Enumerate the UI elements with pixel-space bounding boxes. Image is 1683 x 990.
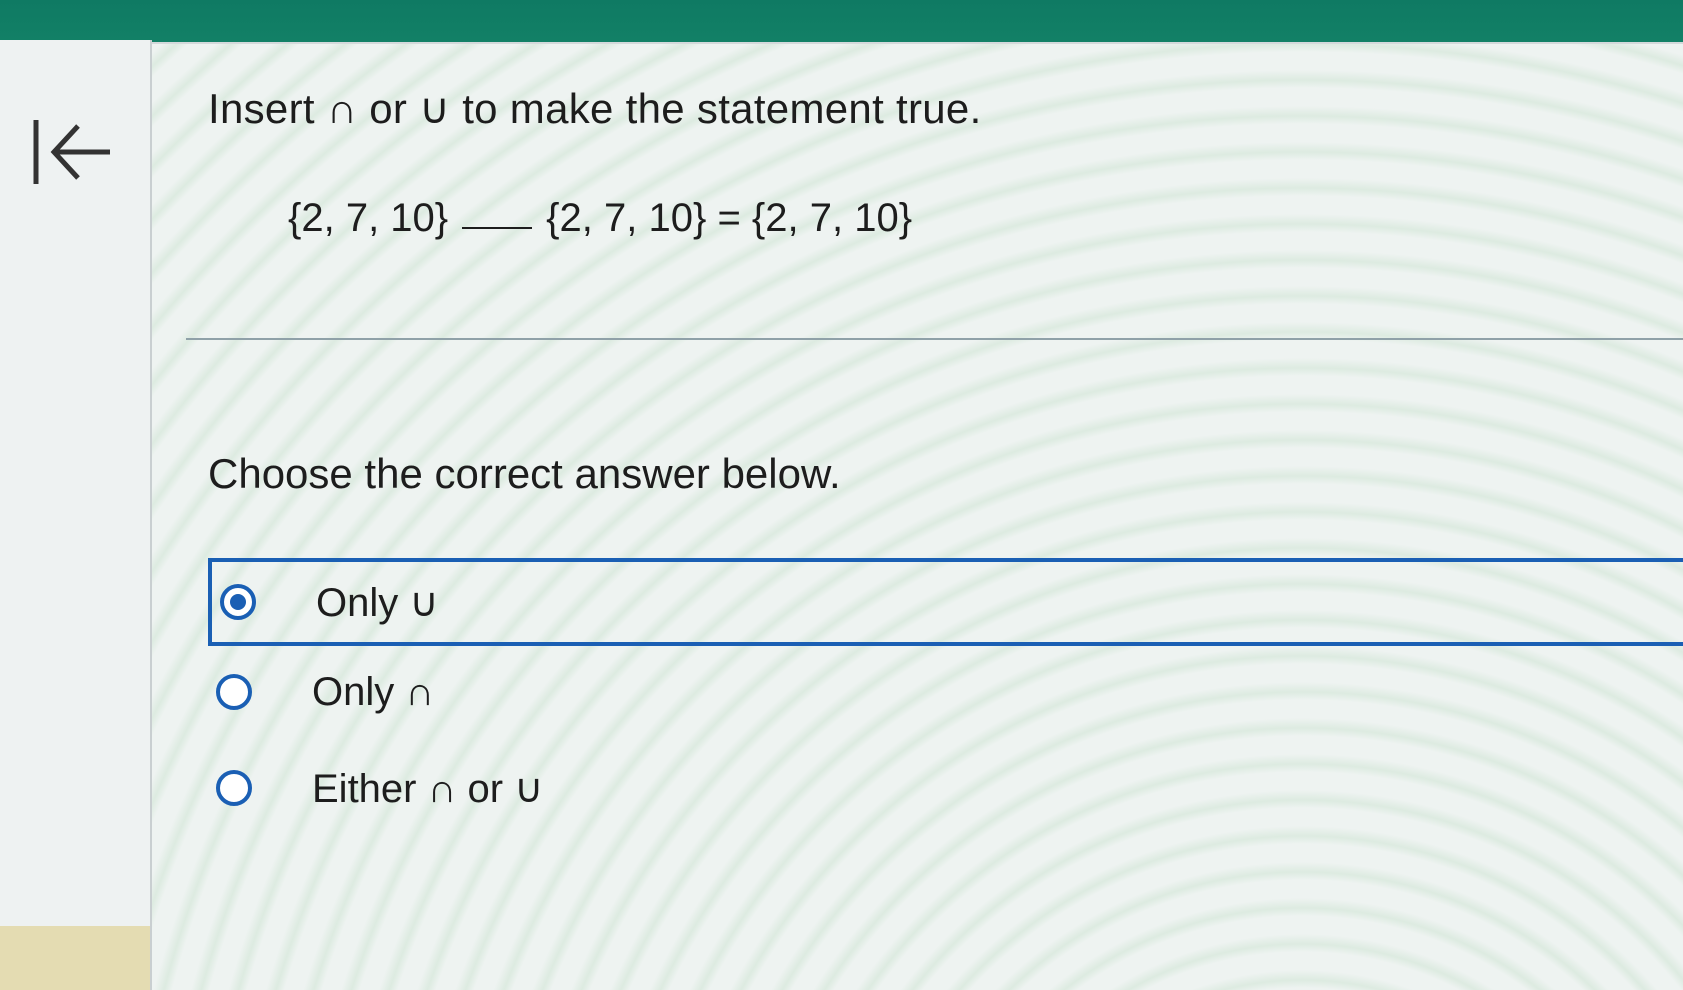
radio-button-selected[interactable] bbox=[220, 584, 256, 620]
equals-sign: = bbox=[717, 196, 741, 240]
radio-button[interactable] bbox=[216, 674, 252, 710]
back-button[interactable] bbox=[28, 112, 118, 192]
question-area bbox=[152, 42, 1683, 990]
option-only-union[interactable]: Only ∪ bbox=[208, 558, 1683, 646]
option-only-intersection[interactable]: Only ∩ bbox=[208, 652, 1683, 740]
left-panel-footer bbox=[0, 926, 150, 990]
answer-prompt: Choose the correct answer below. bbox=[208, 450, 841, 497]
option-label: Only ∪ bbox=[316, 581, 439, 625]
left-set: {2, 7, 10} bbox=[288, 196, 449, 240]
option-label: Either ∩ or ∪ bbox=[312, 767, 544, 811]
answer-blank bbox=[462, 227, 533, 229]
arrow-left-to-bar-icon bbox=[33, 120, 110, 184]
option-either[interactable]: Either ∩ or ∪ bbox=[208, 748, 1683, 836]
right-set: {2, 7, 10} bbox=[546, 196, 707, 240]
result-set: {2, 7, 10} bbox=[751, 196, 913, 240]
divider bbox=[186, 338, 1683, 340]
radio-dot bbox=[230, 594, 246, 610]
set-equation: {2, 7, 10} {2, 7, 10} = {2, 7, 10} bbox=[288, 196, 912, 241]
option-label: Only ∩ bbox=[312, 670, 435, 714]
question-instruction: Insert ∩ or ∪ to make the statement true… bbox=[208, 85, 982, 132]
radio-button[interactable] bbox=[216, 770, 252, 806]
